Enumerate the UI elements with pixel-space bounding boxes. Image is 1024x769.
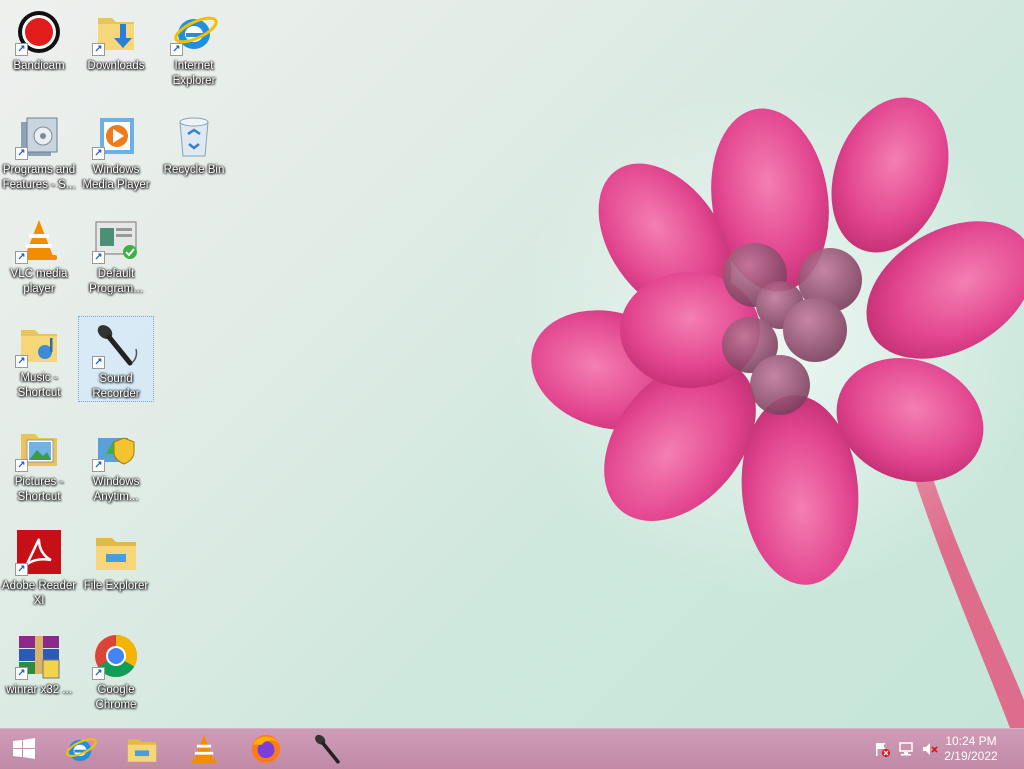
desktop-icon-winrar[interactable]: ↗ winrar x32 ...: [1, 628, 77, 714]
network-icon: [899, 742, 913, 756]
desktop-icon-adobe-reader[interactable]: ↗ Adobe Reader XI: [1, 524, 77, 610]
taskbar: 10:24 PM 2/19/2022: [0, 728, 1024, 769]
vlc-icon: [191, 734, 217, 764]
internet-explorer-icon: [66, 738, 97, 762]
icon-label: Google Chrome: [95, 684, 137, 711]
shortcut-arrow-icon: ↗: [92, 43, 105, 56]
icon-label: Windows Anytim...: [92, 476, 140, 503]
icon-label: Downloads: [87, 60, 145, 72]
firefox-icon: [251, 734, 281, 764]
taskbar-internet-explorer[interactable]: [56, 731, 104, 767]
icon-label: Programs and Features - S...: [2, 164, 76, 191]
desktop-icon-bandicam[interactable]: ↗ Bandicam: [1, 4, 77, 90]
icon-label: Pictures - Shortcut: [14, 476, 64, 503]
icon-label: Music - Shortcut: [17, 372, 61, 399]
shortcut-arrow-icon: ↗: [15, 667, 28, 680]
icon-label: File Explorer: [83, 580, 149, 592]
desktop-icon-programs-features[interactable]: ↗ Programs and Features - S...: [1, 108, 77, 194]
file-explorer-icon: [127, 739, 157, 762]
shortcut-arrow-icon: ↗: [15, 251, 28, 264]
icon-label: Bandicam: [13, 60, 65, 72]
shortcut-arrow-icon: ↗: [15, 459, 28, 472]
icon-label: Internet Explorer: [172, 60, 216, 87]
shortcut-arrow-icon: ↗: [92, 251, 105, 264]
clock-date: 2/19/2022: [944, 749, 998, 763]
desktop-icon-media-player[interactable]: ↗ Windows Media Player: [78, 108, 154, 194]
desktop-icon-windows-anytime[interactable]: ↗ Windows Anytim...: [78, 420, 154, 506]
desktop-icon-recycle-bin[interactable]: Recycle Bin: [156, 108, 232, 194]
icon-label: winrar x32 ...: [6, 684, 72, 696]
icon-label: Sound Recorder: [92, 373, 140, 400]
icon-label: Adobe Reader XI: [1, 580, 77, 607]
desktop-icon-vlc[interactable]: ↗ VLC media player: [1, 212, 77, 298]
shortcut-arrow-icon: ↗: [15, 43, 28, 56]
desktop-icon-music[interactable]: ↗ Music - Shortcut: [1, 316, 77, 402]
desktop-icon-sound-recorder[interactable]: ↗ Sound Recorder: [78, 316, 154, 402]
desktop-icon-file-explorer[interactable]: File Explorer: [78, 524, 154, 610]
shortcut-arrow-icon: ↗: [15, 355, 28, 368]
shortcut-arrow-icon: ↗: [15, 147, 28, 160]
clock[interactable]: 10:24 PM 2/19/2022: [936, 734, 1006, 764]
desktop-icon-default-programs[interactable]: ↗ Default Program...: [78, 212, 154, 298]
icon-label: Windows Media Player: [82, 164, 150, 191]
icon-label: Default Program...: [89, 268, 143, 295]
shortcut-arrow-icon: ↗: [170, 43, 183, 56]
shortcut-arrow-icon: ↗: [92, 356, 105, 369]
tray-action-center[interactable]: [874, 739, 890, 759]
desktop-icon-pictures[interactable]: ↗ Pictures - Shortcut: [1, 420, 77, 506]
icon-label: VLC media player: [10, 268, 68, 295]
action-center-flag-icon: [876, 743, 890, 757]
clock-time: 10:24 PM: [945, 734, 997, 748]
icon-label: Recycle Bin: [163, 164, 225, 176]
taskbar-firefox[interactable]: [242, 731, 290, 767]
shortcut-arrow-icon: ↗: [15, 563, 28, 576]
shortcut-arrow-icon: ↗: [92, 459, 105, 472]
file-explorer-icon: [96, 538, 136, 570]
shortcut-arrow-icon: ↗: [92, 667, 105, 680]
desktop-icon-downloads[interactable]: ↗ Downloads: [78, 4, 154, 90]
desktop-icon-chrome[interactable]: ↗ Google Chrome: [78, 628, 154, 714]
microphone-icon: [315, 734, 340, 764]
desktop-icon-internet-explorer[interactable]: ↗ Internet Explorer: [156, 4, 232, 90]
taskbar-vlc[interactable]: [180, 731, 228, 767]
taskbar-sound-recorder[interactable]: [304, 731, 352, 767]
desktop[interactable]: ↗ Bandicam ↗ Programs and Features - S..…: [0, 0, 1024, 728]
start-button[interactable]: [0, 731, 48, 767]
windows-logo-icon: [13, 738, 35, 759]
taskbar-file-explorer[interactable]: [118, 731, 166, 767]
recycle-bin-icon: [179, 117, 209, 157]
tray-network[interactable]: [898, 739, 914, 759]
shortcut-arrow-icon: ↗: [92, 147, 105, 160]
